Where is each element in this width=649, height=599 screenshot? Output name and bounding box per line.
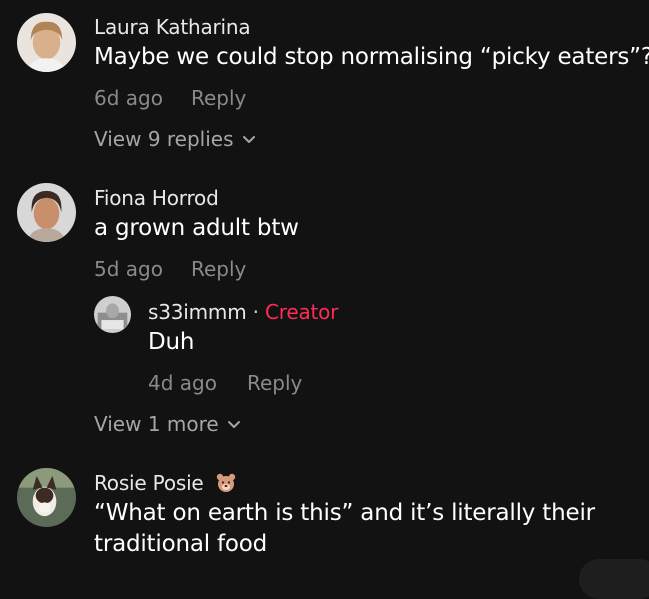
floating-control <box>579 559 649 599</box>
reply-timestamp: 4d ago <box>148 371 217 395</box>
view-more-button[interactable]: View 1 more <box>94 412 243 436</box>
avatar[interactable] <box>17 13 76 72</box>
comment-text: Maybe we could stop normalising “picky e… <box>94 44 649 70</box>
avatar-photo-icon <box>17 468 76 527</box>
view-replies-label: View 9 replies <box>94 127 234 151</box>
comment-text-line: “What on earth is this” and it’s literal… <box>94 500 595 526</box>
chevron-down-icon <box>227 421 240 428</box>
avatar-photo-icon <box>17 13 76 72</box>
comment-author[interactable]: Rosie Posie <box>94 471 204 495</box>
reply-button[interactable]: Reply <box>191 86 246 110</box>
comment-author[interactable]: Fiona Horrod <box>94 186 219 210</box>
reply-button[interactable]: Reply <box>247 371 302 395</box>
avatar-photo-icon <box>94 296 131 333</box>
comment-text: a grown adult btw <box>94 215 299 241</box>
comment-timestamp: 5d ago <box>94 257 163 281</box>
reply-button[interactable]: Reply <box>191 257 246 281</box>
comment-timestamp: 6d ago <box>94 86 163 110</box>
avatar[interactable] <box>17 468 76 527</box>
view-replies-button[interactable]: View 9 replies <box>94 127 258 151</box>
bear-face-icon <box>216 473 235 492</box>
creator-badge: Creator <box>265 300 339 324</box>
avatar-photo-icon <box>17 183 76 242</box>
chevron-down-icon <box>242 136 255 143</box>
view-more-label: View 1 more <box>94 412 219 436</box>
reply-author[interactable]: s33immm <box>148 300 247 324</box>
comment-author[interactable]: Laura Katharina <box>94 15 251 39</box>
reply-text: Duh <box>148 329 195 355</box>
reply-avatar[interactable] <box>94 296 131 333</box>
separator-dot: · <box>252 300 259 324</box>
comment-author-line: Rosie Posie <box>94 471 236 495</box>
avatar[interactable] <box>17 183 76 242</box>
comment-text-line: traditional food <box>94 531 268 557</box>
reply-author-line: s33immm · Creator <box>148 300 338 324</box>
